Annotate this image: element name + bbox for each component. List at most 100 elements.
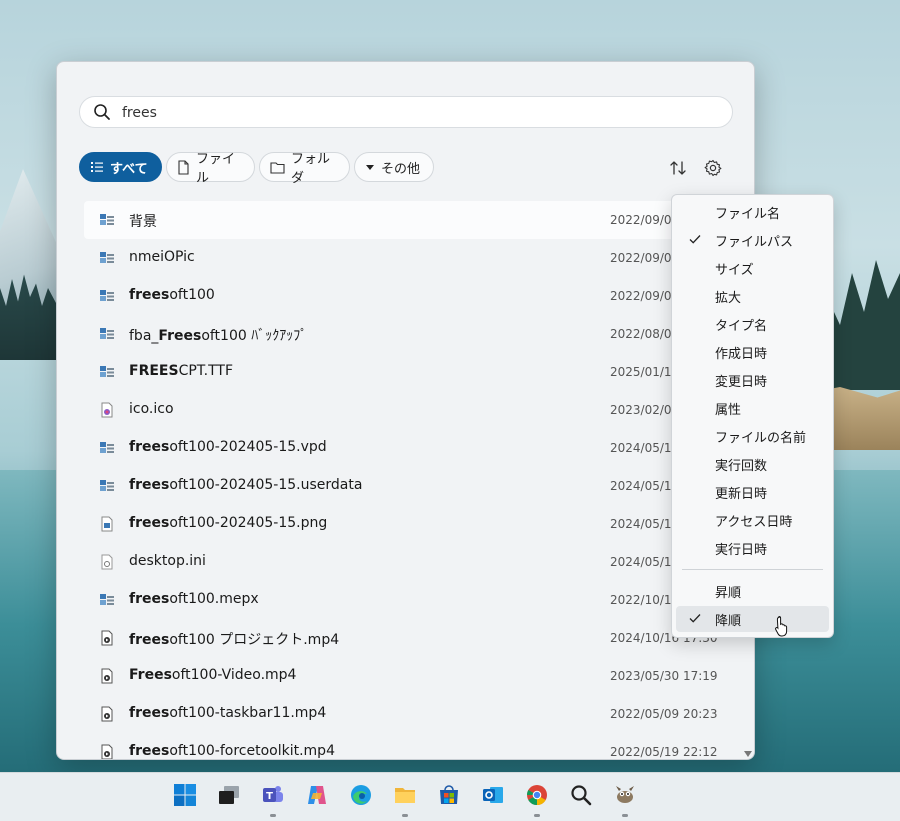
sort-field-item[interactable]: ファイルパス <box>676 227 829 253</box>
file-row[interactable]: freesoft100-202405-15.userdata 2024/05/1 <box>84 467 724 505</box>
sort-field-item[interactable]: 変更日時 <box>676 367 829 393</box>
scroll-down-arrow[interactable] <box>744 751 752 757</box>
mouse-cursor-icon <box>775 615 788 637</box>
file-date: 2023/02/0 <box>610 403 672 417</box>
file-date: 2022/05/19 22:12 <box>610 745 718 759</box>
sort-menu: ファイル名 ファイルパス サイズ 拡大 タイプ名 作成日時 変更日時 属性 ファイルの名前 実行回… <box>671 194 834 638</box>
app-icon <box>99 326 115 342</box>
teams-icon: T <box>261 783 285 811</box>
file-row[interactable]: freesoft100-forcetoolkit.mp4 2022/05/19 2… <box>84 733 724 759</box>
app-icon <box>99 250 115 266</box>
filter-all-label: すべて <box>110 161 148 177</box>
file-row[interactable]: 背景 2022/09/0 <box>84 201 724 239</box>
file-date: 2022/09/0 <box>610 289 672 303</box>
sort-field-item[interactable]: 作成日時 <box>676 339 829 365</box>
taskbar-button[interactable] <box>523 783 551 817</box>
file-name: freesoft100-202405-15.userdata <box>129 477 363 493</box>
sort-field-item[interactable]: サイズ <box>676 255 829 281</box>
filter-other-dropdown[interactable]: その他 <box>354 152 434 182</box>
outlook-icon <box>481 783 505 811</box>
sort-field-item[interactable]: ファイル名 <box>676 199 829 225</box>
file-row[interactable]: Freesoft100-Video.mp4 2023/05/30 17:19 <box>84 657 724 695</box>
taskbar-button[interactable]: T <box>259 783 287 817</box>
running-indicator <box>402 814 408 817</box>
file-row[interactable]: freesoft100-202405-15.vpd 2024/05/1 <box>84 429 724 467</box>
app-icon <box>99 212 115 228</box>
sort-field-item[interactable]: アクセス日時 <box>676 507 829 533</box>
file-name: ico.ico <box>129 401 174 417</box>
running-indicator <box>622 814 628 817</box>
video-file-icon <box>99 706 115 722</box>
sort-order-item[interactable]: 降順 <box>676 606 829 632</box>
file-row[interactable]: freesoft100 プロジェクト.mp4 2024/10/16 17:30 <box>84 619 724 657</box>
app-icon <box>99 440 115 456</box>
file-name: desktop.ini <box>129 553 206 569</box>
file-row[interactable]: FREESCPT.TTF 2025/01/1 <box>84 353 724 391</box>
file-name: freesoft100-taskbar11.mp4 <box>129 705 327 721</box>
running-indicator <box>534 814 540 817</box>
taskbar-button[interactable] <box>347 783 375 811</box>
sort-order-item[interactable]: 昇順 <box>676 578 829 604</box>
sort-field-item[interactable]: 更新日時 <box>676 479 829 505</box>
file-row[interactable]: fba_Freesoft100 ﾊﾞｯｸｱｯﾌﾟ 2022/08/0 <box>84 315 724 353</box>
file-row[interactable]: ico.ico 2023/02/0 <box>84 391 724 429</box>
file-row[interactable]: freesoft100 2022/09/0 <box>84 277 724 315</box>
video-file-icon <box>99 630 115 646</box>
file-date: 2023/05/30 17:19 <box>610 669 718 683</box>
folder-icon <box>270 161 285 174</box>
gimp-icon <box>613 783 637 811</box>
sort-field-item[interactable]: 属性 <box>676 395 829 421</box>
file-name: Freesoft100-Video.mp4 <box>129 667 297 683</box>
file-row[interactable]: freesoft100-taskbar11.mp4 2022/05/09 20:2… <box>84 695 724 733</box>
search-app-icon <box>569 783 593 811</box>
caret-down-icon <box>366 165 374 170</box>
taskbar-button[interactable] <box>611 783 639 817</box>
sort-field-item[interactable]: 実行回数 <box>676 451 829 477</box>
search-input[interactable] <box>120 100 704 126</box>
sort-field-item[interactable]: 実行日時 <box>676 535 829 561</box>
file-date: 2022/10/1 <box>610 593 672 607</box>
taskbar-button[interactable] <box>215 783 243 811</box>
file-date: 2022/09/0 <box>610 213 672 227</box>
sort-field-item[interactable]: タイプ名 <box>676 311 829 337</box>
app-icon <box>99 288 115 304</box>
file-date: 2024/05/1 <box>610 555 672 569</box>
app-icon <box>99 364 115 380</box>
taskbar-button[interactable] <box>303 783 331 811</box>
file-name: FREESCPT.TTF <box>129 363 234 379</box>
file-date: 2024/05/1 <box>610 479 672 493</box>
app-icon <box>99 478 115 494</box>
filter-all-chip[interactable]: すべて <box>79 152 162 182</box>
windows-start-icon <box>173 783 197 811</box>
file-row[interactable]: desktop.ini 2024/05/1 <box>84 543 724 581</box>
file-row[interactable]: freesoft100-202405-15.png 2024/05/1 <box>84 505 724 543</box>
file-name: freesoft100-202405-15.vpd <box>129 439 327 455</box>
file-date: 2024/05/1 <box>610 441 672 455</box>
video-file-icon <box>99 744 115 759</box>
file-row[interactable]: freesoft100.mepx 2022/10/1 <box>84 581 724 619</box>
sort-field-item[interactable]: 拡大 <box>676 283 829 309</box>
taskbar-button[interactable] <box>171 783 199 811</box>
taskbar: T <box>0 772 900 821</box>
file-row[interactable]: nmeiOPic 2022/09/0 <box>84 239 724 277</box>
copilot-icon <box>305 783 329 811</box>
sort-field-item[interactable]: ファイルの名前 <box>676 423 829 449</box>
file-name: freesoft100-202405-15.png <box>129 515 328 531</box>
file-name: nmeiOPic <box>129 249 195 265</box>
taskbar-button[interactable] <box>479 783 507 811</box>
search-icon <box>94 104 110 120</box>
taskbar-button[interactable] <box>567 783 595 811</box>
search-box[interactable] <box>79 96 733 128</box>
file-name: freesoft100 プロジェクト.mp4 <box>129 632 340 648</box>
sort-button[interactable] <box>666 156 690 180</box>
filter-file-chip[interactable]: ファイル <box>166 152 255 186</box>
edge-icon <box>349 783 373 811</box>
settings-button[interactable] <box>701 156 725 180</box>
task-view-icon <box>217 783 241 811</box>
filter-folder-chip[interactable]: フォルダ <box>259 152 350 186</box>
svg-text:T: T <box>266 791 273 802</box>
settings-file-icon <box>99 554 115 570</box>
taskbar-button[interactable] <box>435 783 463 811</box>
taskbar-button[interactable] <box>391 783 419 817</box>
png-file-icon <box>99 516 115 532</box>
